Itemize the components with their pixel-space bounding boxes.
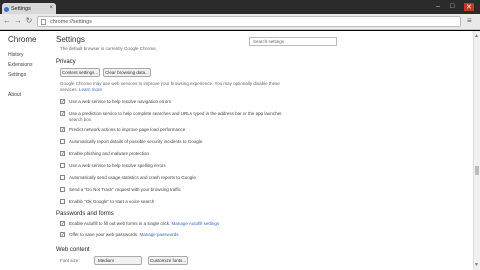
scroll-down-icon[interactable]: ▼ <box>474 262 479 268</box>
search-input[interactable]: Search settings <box>249 37 337 46</box>
privacy-intro: Google Chrome may use web services to im… <box>60 81 280 86</box>
autofill-label: Enable Autofill to fill out web forms in… <box>69 221 171 226</box>
manage-passwords-link[interactable]: Manage passwords <box>139 232 178 237</box>
browser-window: Settings × – □ ✕ ← → ↻ chrome://settings… <box>0 0 480 270</box>
font-size-label: Font size: <box>60 258 80 263</box>
save-passwords-label: Offer to save your web passwords. <box>69 232 139 237</box>
back-button[interactable]: ← <box>2 16 12 26</box>
option-label: Use a prediction service to help complet… <box>69 111 282 116</box>
checkbox-security-reports[interactable] <box>60 139 65 144</box>
checkbox-phishing[interactable]: ✓ <box>60 151 65 156</box>
learn-more-link[interactable]: Learn more <box>79 87 102 92</box>
web-content-heading: Web content <box>56 247 90 253</box>
checkbox-save-passwords[interactable]: ✓ <box>60 232 65 237</box>
customize-fonts-button[interactable]: Customize fonts... <box>148 256 188 265</box>
scroll-up-icon[interactable]: ▲ <box>474 33 479 39</box>
checkbox-prediction[interactable]: ✓ <box>60 111 65 116</box>
checkbox-usage-stats[interactable] <box>60 175 65 180</box>
option-label: Send a "Do Not Track" request with your … <box>69 187 181 192</box>
minimize-button[interactable]: – <box>436 3 440 10</box>
reload-button[interactable]: ↻ <box>24 16 34 26</box>
page-title: Settings <box>56 35 85 44</box>
option-label: Predict network actions to improve page … <box>69 127 186 132</box>
option-label: Enable phishing and malware protection <box>69 151 150 156</box>
checkbox-spelling[interactable] <box>60 163 65 168</box>
checkbox-autofill[interactable]: ✓ <box>60 221 65 226</box>
option-label-continued: search box <box>69 117 92 122</box>
privacy-intro-services: services. <box>60 87 78 92</box>
settings-page: Chrome History Extensions Settings About… <box>0 31 480 270</box>
checkbox-predict-network[interactable]: ✓ <box>60 127 65 132</box>
toolbar: ← → ↻ chrome://settings ≡ <box>0 14 480 30</box>
checkbox-ok-google[interactable] <box>60 199 65 204</box>
passwords-heading: Passwords and forms <box>56 211 114 217</box>
option-label: Automatically send usage statistics and … <box>69 175 196 180</box>
tab-title: Settings <box>11 6 31 12</box>
option-label: Use a web service to help resolve spelli… <box>69 163 166 168</box>
page-icon <box>41 19 46 25</box>
tab-close-icon[interactable]: × <box>49 5 53 11</box>
clear-browsing-data-button[interactable]: Clear browsing data... <box>103 68 151 77</box>
option-label: Enable "Ok Google" to start a voice sear… <box>69 199 155 204</box>
sidebar-item-about[interactable]: About <box>8 92 21 98</box>
option-label: Automatically report details of possible… <box>69 139 203 144</box>
privacy-intro-end: services. Learn more <box>60 87 102 92</box>
vertical-scrollbar[interactable]: ▲ ▼ <box>473 31 480 270</box>
checkbox-do-not-track[interactable] <box>60 187 65 192</box>
close-button[interactable]: ✕ <box>464 3 474 11</box>
option-label: Offer to save your web passwords. Manage… <box>69 232 179 237</box>
sidebar-brand: Chrome <box>8 35 37 44</box>
privacy-heading: Privacy <box>56 59 76 65</box>
maximize-button[interactable]: □ <box>450 3 454 10</box>
menu-icon[interactable]: ≡ <box>467 17 475 25</box>
checkbox-nav-errors[interactable]: ✓ <box>60 99 65 104</box>
scroll-thumb[interactable] <box>475 166 479 175</box>
option-label: Use a web service to help resolve naviga… <box>69 99 172 104</box>
address-url: chrome://settings <box>50 19 92 25</box>
sidebar-item-settings[interactable]: Settings <box>8 72 26 78</box>
address-bar[interactable]: chrome://settings <box>37 16 461 27</box>
sidebar: Chrome History Extensions Settings About <box>0 31 54 270</box>
default-browser-text: The default browser is currently Google … <box>60 46 158 51</box>
favicon-icon <box>4 7 9 12</box>
sidebar-item-history[interactable]: History <box>8 52 24 58</box>
sidebar-item-extensions[interactable]: Extensions <box>8 62 32 68</box>
option-label: Enable Autofill to fill out web forms in… <box>69 221 219 226</box>
settings-content: Settings Search settings The default bro… <box>56 31 466 270</box>
font-size-select[interactable]: Medium <box>94 256 142 265</box>
forward-button[interactable]: → <box>13 16 23 26</box>
manage-autofill-link[interactable]: Manage Autofill settings <box>172 221 220 226</box>
content-settings-button[interactable]: Content settings... <box>60 68 100 77</box>
